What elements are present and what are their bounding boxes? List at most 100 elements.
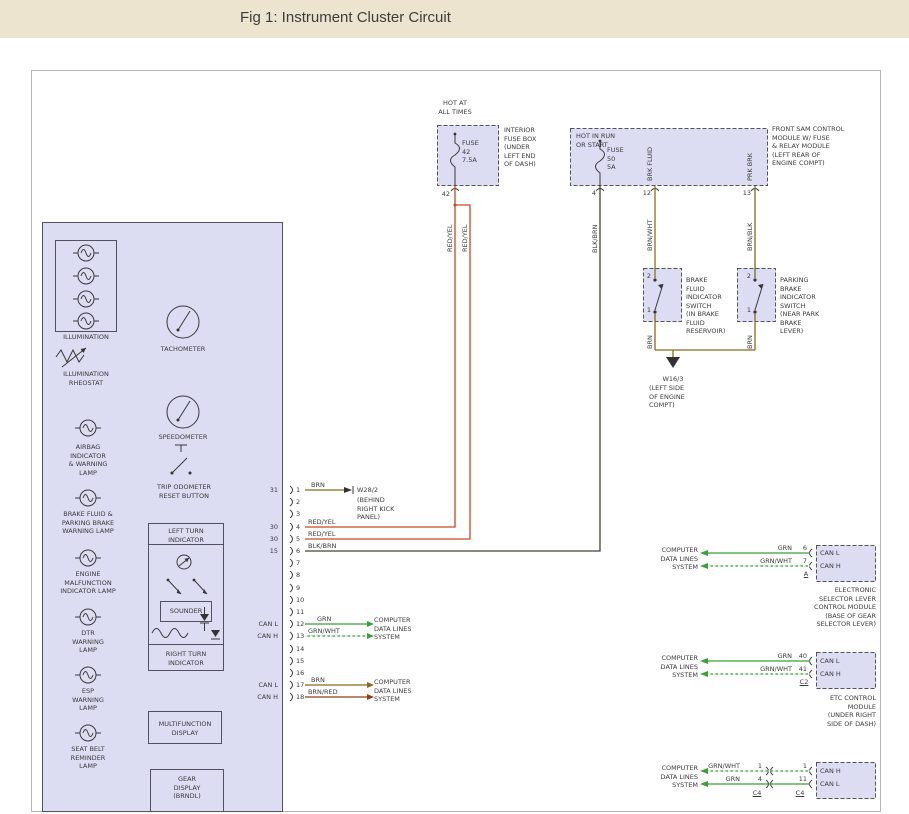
- mod1-can-h-label: CAN H: [820, 562, 841, 571]
- computer-data-lines-label: COMPUTER DATA LINES SYSTEM: [374, 616, 411, 642]
- sam-term-brk-fluid-label: BRK FLUID: [646, 147, 654, 181]
- mod2-can-l-label: CAN L: [820, 657, 840, 666]
- pin-side-label: 30: [246, 523, 278, 532]
- pin-number: 18: [296, 693, 304, 702]
- wire-label: BRN/RED: [308, 688, 338, 697]
- wire-label-redyel-2: RED/YEL: [461, 224, 469, 252]
- pin-side-label: CAN L: [246, 681, 278, 690]
- pin-number: 7: [296, 559, 300, 568]
- illumination-label: ILLUMINATION: [50, 333, 122, 342]
- pin-number: 10: [296, 596, 304, 605]
- etc-module-label: ETC CONTROL MODULE (UNDER RIGHT SIDE OF …: [770, 694, 876, 728]
- sounder-label: SOUNDER: [160, 607, 212, 616]
- wire-label: BRN: [311, 481, 325, 490]
- wire-label: GRN/WHT: [752, 557, 792, 566]
- sam-pin-13-label: 13: [737, 189, 751, 198]
- wire-label: RED/YEL: [308, 518, 336, 527]
- brake-fluid-switch-label: BRAKE FLUID INDICATOR SWITCH (IN BRAKE F…: [686, 276, 725, 336]
- wire-label: GRN/WHT: [692, 762, 740, 771]
- pin-side-label: CAN L: [246, 620, 278, 629]
- pin-number: 2: [296, 498, 300, 507]
- fuse-42-label: FUSE 42 7.5A: [462, 139, 479, 165]
- wire-label-brn-1: BRN: [646, 335, 654, 349]
- pin-number: 41: [794, 665, 807, 674]
- wiring-diagram-svg: [0, 0, 909, 814]
- pin-number: 1: [752, 762, 762, 771]
- mod1-can-l-label: CAN L: [820, 549, 840, 558]
- multifunction-label: MULTIFUNCTION DISPLAY: [148, 720, 222, 737]
- hot-at-all-times-label: HOT AT ALL TIMES: [432, 99, 478, 116]
- trip-reset-label: TRIP ODOMETER RESET BUTTON: [142, 483, 226, 500]
- park-switch-pin-top: 2: [740, 272, 751, 281]
- fuse-50-label: FUSE 50 5A: [607, 146, 624, 172]
- pin-number: 11: [296, 608, 304, 617]
- wire-label-brnwht: BRN/WHT: [646, 220, 654, 251]
- connector-id-label: C2: [797, 678, 811, 687]
- fuse-42-pin-label: 42: [434, 190, 450, 199]
- sam-term-prk-brk-label: PRK BRK: [746, 153, 754, 181]
- wire-label-brnblk: BRN/BLK: [746, 223, 754, 251]
- brake-switch-pin-bottom: 1: [640, 306, 651, 315]
- wire-label: RED/YEL: [308, 530, 336, 539]
- pin-side-label: CAN H: [246, 693, 278, 702]
- pin-number: 14: [296, 645, 304, 654]
- pin-number: 1: [296, 486, 300, 495]
- pin-number: 11: [794, 775, 807, 784]
- computer-data-lines-label: COMPUTER DATA LINES SYSTEM: [640, 764, 698, 790]
- pin-number: 9: [296, 584, 300, 593]
- computer-data-lines-label: COMPUTER DATA LINES SYSTEM: [640, 546, 698, 572]
- splice-location-label: (BEHIND RIGHT KICK PANEL): [357, 496, 394, 522]
- tachometer-label: TACHOMETER: [147, 345, 219, 354]
- sam-pin-12-label: 12: [637, 189, 651, 198]
- pin-number: 6: [296, 547, 300, 556]
- pin-side-label: CAN H: [246, 632, 278, 641]
- pin-number: 7: [797, 557, 807, 566]
- interior-fuse-box-label: INTERIOR FUSE BOX (UNDER LEFT END OF DAS…: [504, 126, 536, 169]
- pin-number: 17: [296, 681, 304, 690]
- pin-number: 5: [296, 535, 300, 544]
- gear-display-label: GEAR DISPLAY (BRNDL): [150, 775, 224, 801]
- wire-label-blkbrn: BLK/BRN: [591, 225, 599, 253]
- wire-label-brn-2: BRN: [746, 335, 754, 349]
- pin-number: 15: [296, 657, 304, 666]
- mod3-can-h-label: CAN H: [820, 767, 841, 776]
- wire-label: GRN: [692, 775, 740, 784]
- pin-side-label: 15: [246, 547, 278, 556]
- ground-name-label: W16/3: [653, 375, 693, 384]
- pin-number: 6: [797, 544, 807, 553]
- dtr-lamp-label: DTR WARNING LAMP: [64, 629, 112, 655]
- speedometer-label: SPEEDOMETER: [147, 433, 219, 442]
- left-turn-label: LEFT TURN INDICATOR: [148, 527, 224, 544]
- selector-module-label: ELECTRONIC SELECTOR LEVER CONTROL MODULE…: [770, 586, 876, 629]
- airbag-lamp-label: AIRBAG INDICATOR & WARNING LAMP: [60, 443, 116, 477]
- wire-splice-dot: [454, 204, 457, 207]
- park-switch-pin-bottom: 1: [740, 306, 751, 315]
- pin-number: 16: [296, 669, 304, 678]
- pin-number: 3: [296, 510, 300, 519]
- right-turn-label: RIGHT TURN INDICATOR: [148, 650, 224, 667]
- pin-number: 1: [797, 762, 807, 771]
- pin-number: 4: [296, 523, 300, 532]
- pin-number: 40: [794, 652, 807, 661]
- wire-label-redyel-1: RED/YEL: [446, 224, 454, 252]
- wire-label: GRN: [752, 544, 792, 553]
- ground-location-label: (LEFT SIDE OF ENGINE COMPT): [649, 384, 685, 410]
- mod3-can-l-label: CAN L: [820, 780, 840, 789]
- sam-pin-4-label: 4: [584, 189, 596, 198]
- brake-warning-lamp-label: BRAKE FLUID & PARKING BRAKE WARNING LAMP: [50, 510, 126, 536]
- computer-data-lines-label: COMPUTER DATA LINES SYSTEM: [640, 654, 698, 680]
- computer-data-lines-label: COMPUTER DATA LINES SYSTEM: [374, 678, 411, 704]
- pin-number: 4: [752, 775, 762, 784]
- wiring-diagram-page: Fig 1: Instrument Cluster Circuit: [0, 0, 909, 814]
- front-sam-label: FRONT SAM CONTROL MODULE W/ FUSE & RELAY…: [772, 125, 844, 168]
- seat-belt-lamp-label: SEAT BELT REMINDER LAMP: [60, 745, 116, 771]
- wire-label: GRN/WHT: [752, 665, 792, 674]
- pin-number: 13: [296, 632, 304, 641]
- rheostat-label: ILLUMINATION RHEOSTAT: [50, 370, 122, 387]
- mod2-can-h-label: CAN H: [820, 670, 841, 679]
- pin-number: 8: [296, 571, 300, 580]
- brake-switch-pin-top: 2: [640, 272, 651, 281]
- wire-label: BLK/BRN: [308, 542, 336, 551]
- park-brake-switch-label: PARKING BRAKE INDICATOR SWITCH (NEAR PAR…: [780, 276, 819, 336]
- engine-lamp-label: ENGINE MALFUNCTION INDICATOR LAMP: [48, 570, 128, 596]
